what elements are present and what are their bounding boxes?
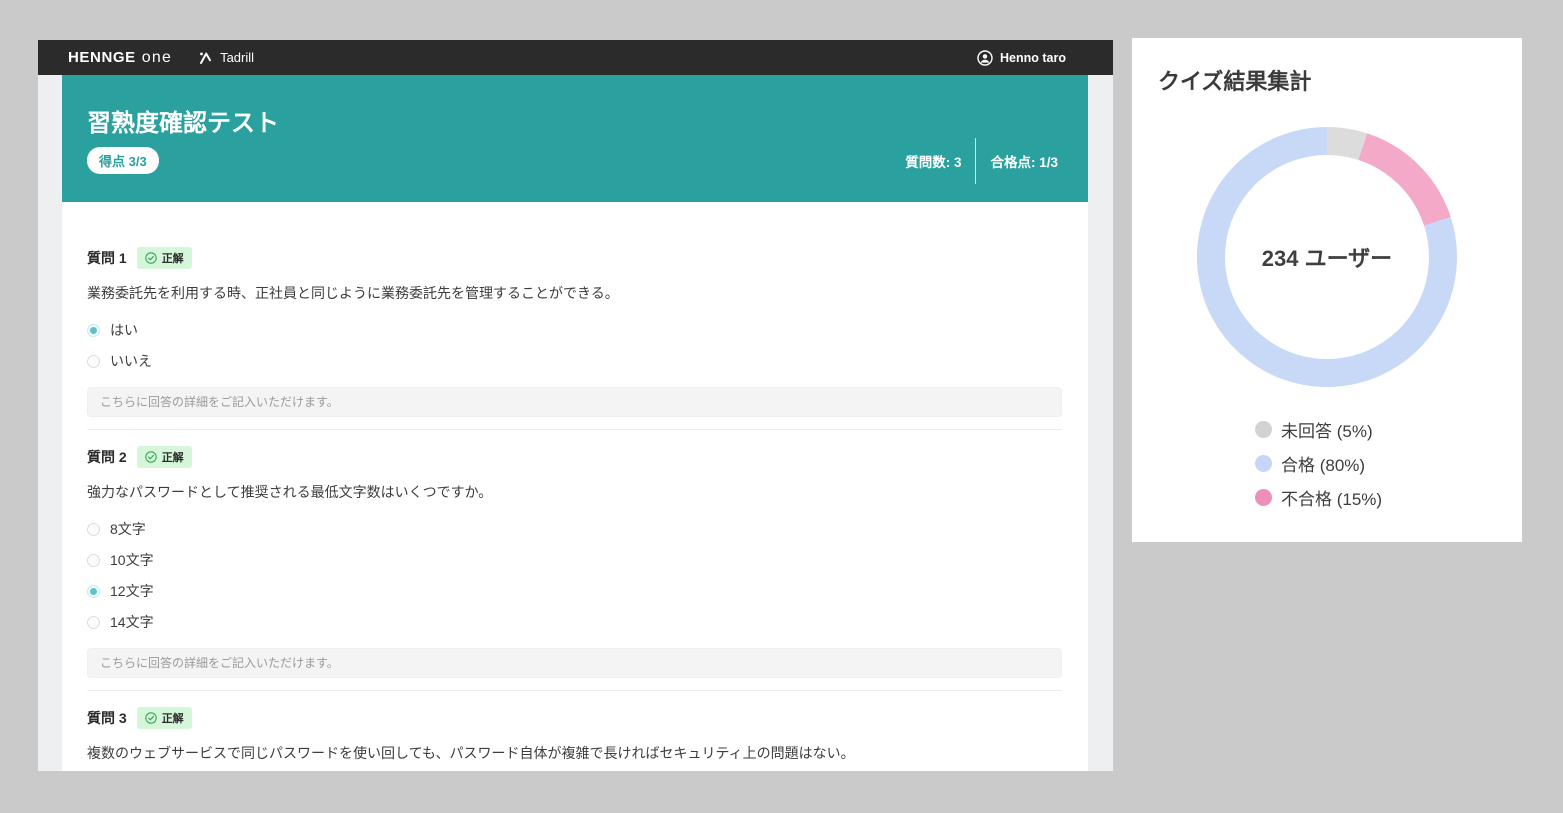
check-circle-icon [145, 252, 157, 264]
correct-badge: 正解 [137, 247, 192, 269]
quiz-header: 習熟度確認テスト 得点 3/3 質問数: 3 合格点: 1/3 [62, 75, 1088, 202]
quiz-window: HENNGE one Tadrill Henno taro 習熟度確認テスト 得… [38, 40, 1113, 771]
correct-badge: 正解 [137, 707, 192, 729]
radio-option[interactable]: 12文字 [87, 581, 1062, 601]
hennge-one-suffix: one [142, 49, 172, 67]
questions-area: 質問 1 正解 業務委託先を利用する時、正社員と同じように業務委託先を管理するこ… [62, 202, 1088, 771]
radio-button[interactable] [87, 355, 100, 368]
score-badge: 得点 3/3 [87, 147, 159, 174]
legend-dot-blue [1255, 455, 1272, 472]
radio-button[interactable] [87, 324, 100, 337]
radio-button[interactable] [87, 554, 100, 567]
quiz-stats: 質問数: 3 合格点: 1/3 [905, 138, 1058, 184]
user-menu[interactable]: Henno taro [977, 50, 1066, 66]
radio-label: 12文字 [110, 581, 154, 601]
chart-legend: 未回答 (5%) 合格 (80%) 不合格 (15%) [1255, 418, 1382, 520]
question-count: 質問数: 3 [905, 151, 961, 171]
check-circle-icon [145, 712, 157, 724]
comment-input[interactable] [87, 648, 1062, 678]
radio-label: 8文字 [110, 519, 146, 539]
question-text: 強力なパスワードとして推奨される最低文字数はいくつですか。 [87, 482, 1062, 502]
stats-divider [975, 138, 976, 184]
question-text: 業務委託先を利用する時、正社員と同じように業務委託先を管理することができる。 [87, 283, 1062, 303]
radio-label: はい [110, 320, 138, 340]
question-title: 質問 1 [87, 248, 127, 268]
section-divider [87, 690, 1062, 691]
radio-button[interactable] [87, 616, 100, 629]
tadrill-icon [198, 50, 213, 65]
question-block-2: 質問 2 正解 強力なパスワードとして推奨される最低文字数はいくつですか。 8文… [87, 446, 1062, 691]
question-title: 質問 2 [87, 447, 127, 467]
user-circle-icon [977, 50, 993, 66]
legend-dot-gray [1255, 421, 1272, 438]
top-bar: HENNGE one Tadrill Henno taro [38, 40, 1113, 75]
quiz-title: 習熟度確認テスト [87, 103, 279, 138]
question-block-3: 質問 3 正解 複数のウェブサービスで同じパスワードを使い回しても、パスワード自… [87, 707, 1062, 771]
radio-option[interactable]: いいえ [87, 351, 1062, 371]
question-block-1: 質問 1 正解 業務委託先を利用する時、正社員と同じように業務委託先を管理するこ… [87, 247, 1062, 430]
correct-badge-label: 正解 [162, 710, 184, 726]
legend-dot-pink [1255, 489, 1272, 506]
radio-option[interactable]: はい [87, 320, 1062, 340]
passing-score: 合格点: 1/3 [990, 151, 1058, 171]
brand-area: HENNGE one Tadrill [68, 49, 254, 67]
radio-button[interactable] [87, 585, 100, 598]
comment-input[interactable] [87, 387, 1062, 417]
results-donut-chart: 234 ユーザー [1197, 127, 1457, 387]
user-name: Henno taro [1000, 51, 1066, 65]
section-divider [87, 429, 1062, 430]
legend-item: 合格 (80%) [1255, 452, 1382, 474]
legend-label: 合格 (80%) [1281, 451, 1365, 476]
question-title: 質問 3 [87, 708, 127, 728]
hennge-logo: HENNGE [68, 49, 136, 66]
radio-option[interactable]: 14文字 [87, 612, 1062, 632]
question-header: 質問 2 正解 [87, 446, 1062, 468]
quiz-results-card: クイズ結果集計 234 ユーザー 未回答 (5%) 合格 (80%) 不合格 (… [1132, 38, 1522, 542]
question-header: 質問 1 正解 [87, 247, 1062, 269]
correct-badge-label: 正解 [162, 449, 184, 465]
tadrill-brand: Tadrill [198, 50, 254, 65]
tadrill-label: Tadrill [220, 50, 254, 65]
radio-label: 14文字 [110, 612, 154, 632]
legend-label: 未回答 (5%) [1281, 417, 1373, 442]
correct-badge: 正解 [137, 446, 192, 468]
results-title: クイズ結果集計 [1158, 64, 1311, 96]
question-text: 複数のウェブサービスで同じパスワードを使い回しても、パスワード自体が複雑で長けれ… [87, 743, 1062, 763]
check-circle-icon [145, 451, 157, 463]
legend-item: 未回答 (5%) [1255, 418, 1382, 440]
question-header: 質問 3 正解 [87, 707, 1062, 729]
radio-label: 10文字 [110, 550, 154, 570]
radio-button[interactable] [87, 523, 100, 536]
radio-option[interactable]: 8文字 [87, 519, 1062, 539]
radio-option[interactable]: 10文字 [87, 550, 1062, 570]
donut-center-label: 234 ユーザー [1197, 127, 1457, 387]
legend-item: 不合格 (15%) [1255, 486, 1382, 508]
correct-badge-label: 正解 [162, 250, 184, 266]
radio-label: いいえ [110, 351, 152, 371]
legend-label: 不合格 (15%) [1281, 485, 1382, 510]
